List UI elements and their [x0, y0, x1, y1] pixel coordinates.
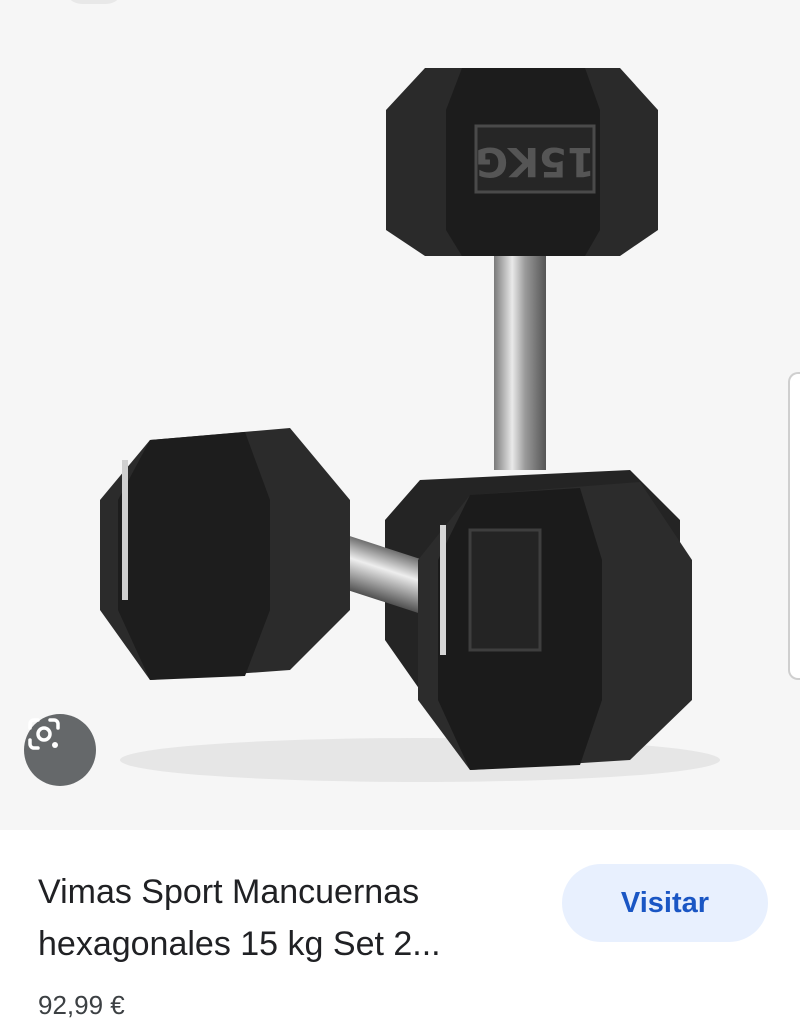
- dumbbells-illustration: 15KG: [100, 68, 720, 782]
- product-image[interactable]: 15KG: [0, 0, 800, 830]
- visit-button[interactable]: Visitar: [562, 864, 768, 942]
- product-title-line2: hexagonales 15 kg Set 2...: [38, 925, 441, 963]
- product-title[interactable]: Vimas Sport Mancuernas hexagonales 15 kg…: [38, 866, 538, 970]
- product-price: 92,99 €: [38, 990, 125, 1020]
- product-title-line1: Vimas Sport Mancuernas: [38, 873, 420, 911]
- google-lens-button[interactable]: [24, 714, 96, 786]
- side-panel-handle[interactable]: [788, 372, 800, 680]
- svg-text:15KG: 15KG: [475, 138, 595, 184]
- google-lens-icon: [28, 718, 60, 750]
